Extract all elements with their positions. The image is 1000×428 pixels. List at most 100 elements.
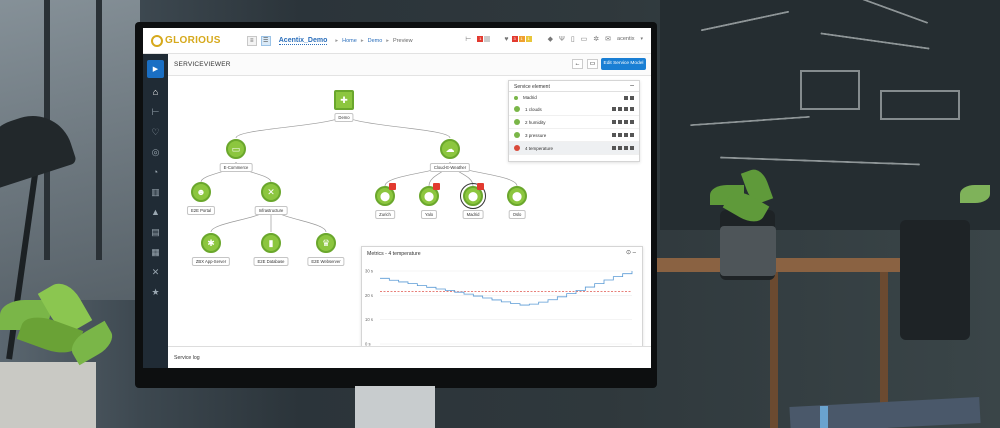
list-icon[interactable] xyxy=(630,133,634,137)
sidebar-item-tools[interactable]: ✕ xyxy=(143,262,168,282)
info-badge[interactable]: 1 xyxy=(525,36,532,42)
node-webserver[interactable]: ♛ xyxy=(316,233,336,253)
minimize-button[interactable]: – xyxy=(630,82,634,89)
sidebar-toggle[interactable]: ▶ xyxy=(147,60,164,78)
node-root-label[interactable]: Demo xyxy=(334,113,354,122)
back-button[interactable]: ← xyxy=(572,59,583,69)
arrow-left-icon: ← xyxy=(574,61,581,67)
notebook xyxy=(789,397,981,428)
node-cloud[interactable]: ☁ xyxy=(440,139,460,159)
heart-status-icon[interactable]: ♥ xyxy=(504,36,508,43)
copy-icon[interactable] xyxy=(624,120,628,124)
gear-icon[interactable]: ✲ xyxy=(593,35,599,43)
monitor-stand xyxy=(355,386,435,428)
list-item[interactable]: 2 humidity xyxy=(509,116,639,129)
breadcrumb-demo[interactable]: Demo xyxy=(368,38,383,44)
alert-badge xyxy=(433,183,440,190)
list-icon[interactable] xyxy=(630,107,634,111)
chat-icon[interactable]: ▭ xyxy=(581,35,588,43)
node-oslo-label[interactable]: Oslo xyxy=(508,210,526,219)
copy-icon[interactable] xyxy=(624,146,628,150)
sidebar-item-favorites[interactable]: ★ xyxy=(143,282,168,302)
chevron-down-icon[interactable]: ▾ xyxy=(640,36,643,42)
target-icon: ◎ xyxy=(151,146,160,157)
table-icon[interactable] xyxy=(612,133,616,137)
cart-icon: ♛ xyxy=(321,238,331,248)
edit-service-model-button[interactable]: Edit Service Model xyxy=(601,58,646,70)
cutlery-icon[interactable]: Ψ xyxy=(559,36,565,43)
critical-badge[interactable]: 3 xyxy=(511,36,518,42)
alert-count-badge[interactable]: 1 xyxy=(477,36,484,42)
mobile-icon[interactable]: ▯ xyxy=(571,35,575,43)
warning-badge[interactable]: 1 xyxy=(518,36,525,42)
bar-chart-icon: ▥ xyxy=(151,186,160,197)
chart-icon[interactable] xyxy=(618,107,622,111)
table-icon[interactable] xyxy=(612,120,616,124)
node-ecommerce[interactable]: ▭ xyxy=(226,139,246,159)
project-select[interactable]: Acentix_Demo xyxy=(278,37,328,45)
list-view-button[interactable]: ≡ xyxy=(246,35,257,46)
table-icon[interactable] xyxy=(612,146,616,150)
monitor-button[interactable]: ▭ xyxy=(587,59,598,69)
node-database-label[interactable]: E2E Database xyxy=(253,257,289,266)
tag-icon[interactable]: ◆ xyxy=(548,35,553,43)
node-infrastructure-label[interactable]: Infrastructure xyxy=(254,206,288,215)
alert-badge xyxy=(389,183,396,190)
sidebar-item-home[interactable]: ⌂ xyxy=(143,82,168,102)
service-element-header: Service element – xyxy=(509,81,639,92)
node-yalo-label[interactable]: Yalo xyxy=(420,210,438,219)
tree-view-button[interactable]: ☰ xyxy=(260,35,271,46)
node-webserver-label[interactable]: E2E Webserver xyxy=(307,257,345,266)
sidebar-item-documents[interactable]: ▤ xyxy=(143,222,168,242)
list-icon[interactable] xyxy=(630,146,634,150)
chart-icon[interactable] xyxy=(618,146,622,150)
logo[interactable]: GLORIOUS xyxy=(151,34,221,47)
element-label: 3 pressure xyxy=(525,132,547,138)
user-menu[interactable]: acentix xyxy=(617,36,634,42)
mail-icon[interactable]: ✉ xyxy=(605,35,611,43)
sidebar-item-flow[interactable]: ⊢ xyxy=(143,102,168,122)
service-tree-canvas: ✚ Demo ▭ E-Commerce ☁ Cloud-E-Weather ☻ … xyxy=(168,76,651,366)
sidebar-item-gauge[interactable]: ◔ xyxy=(143,162,168,182)
folder-icon: ▭ xyxy=(231,144,241,154)
wrench-icon: ✕ xyxy=(267,187,275,197)
breadcrumb-home[interactable]: Home xyxy=(342,38,357,44)
settings-icon[interactable] xyxy=(624,96,628,100)
status-dot xyxy=(514,106,520,112)
list-icon[interactable] xyxy=(630,96,634,100)
node-oslo[interactable]: ⬤ xyxy=(507,186,527,206)
node-infrastructure[interactable]: ✕ xyxy=(261,182,281,202)
copy-icon[interactable] xyxy=(624,133,628,137)
node-zurich-label[interactable]: Zurich xyxy=(375,210,395,219)
list-item[interactable]: 3 pressure xyxy=(509,129,639,142)
window-frame xyxy=(96,0,102,260)
node-root[interactable]: ✚ xyxy=(334,90,354,110)
table-icon[interactable] xyxy=(612,107,616,111)
chart-icon[interactable] xyxy=(618,120,622,124)
list-item[interactable]: 1 clouds xyxy=(509,103,639,116)
copy-icon[interactable] xyxy=(624,107,628,111)
node-e2e-portal-label[interactable]: E2E Portal xyxy=(186,206,216,215)
sidebar-item-target[interactable]: ◎ xyxy=(143,142,168,162)
logo-icon xyxy=(151,34,163,47)
list-icon[interactable] xyxy=(630,120,634,124)
asterisk-icon: ✱ xyxy=(207,238,215,248)
service-log-title: Service log xyxy=(174,355,200,361)
sidebar-item-health[interactable]: ♡ xyxy=(143,122,168,142)
node-app-server[interactable]: ✱ xyxy=(201,233,221,253)
node-madrid-label[interactable]: Madrid xyxy=(462,210,484,219)
node-app-server-label[interactable]: ZBX App-Server xyxy=(191,257,231,266)
flow-status-icon[interactable]: ⊢ xyxy=(465,35,471,43)
node-database[interactable]: ▮ xyxy=(261,233,281,253)
sidebar-item-grid[interactable]: ▦ xyxy=(143,242,168,262)
list-item[interactable]: 4 temperature xyxy=(509,142,639,155)
node-ecommerce-label[interactable]: E-Commerce xyxy=(219,163,253,172)
node-e2e-portal[interactable]: ☻ xyxy=(191,182,211,202)
node-cloud-label[interactable]: Cloud-E-Weather xyxy=(429,163,471,172)
element-label: 1 clouds xyxy=(525,106,542,112)
thermometer-icon: ⬤ xyxy=(379,191,391,201)
sidebar-item-hierarchy[interactable]: ▲ xyxy=(143,202,168,222)
sidebar-item-reports[interactable]: ▥ xyxy=(143,182,168,202)
y-tick-label: 10 s xyxy=(365,317,373,322)
chart-icon[interactable] xyxy=(618,133,622,137)
